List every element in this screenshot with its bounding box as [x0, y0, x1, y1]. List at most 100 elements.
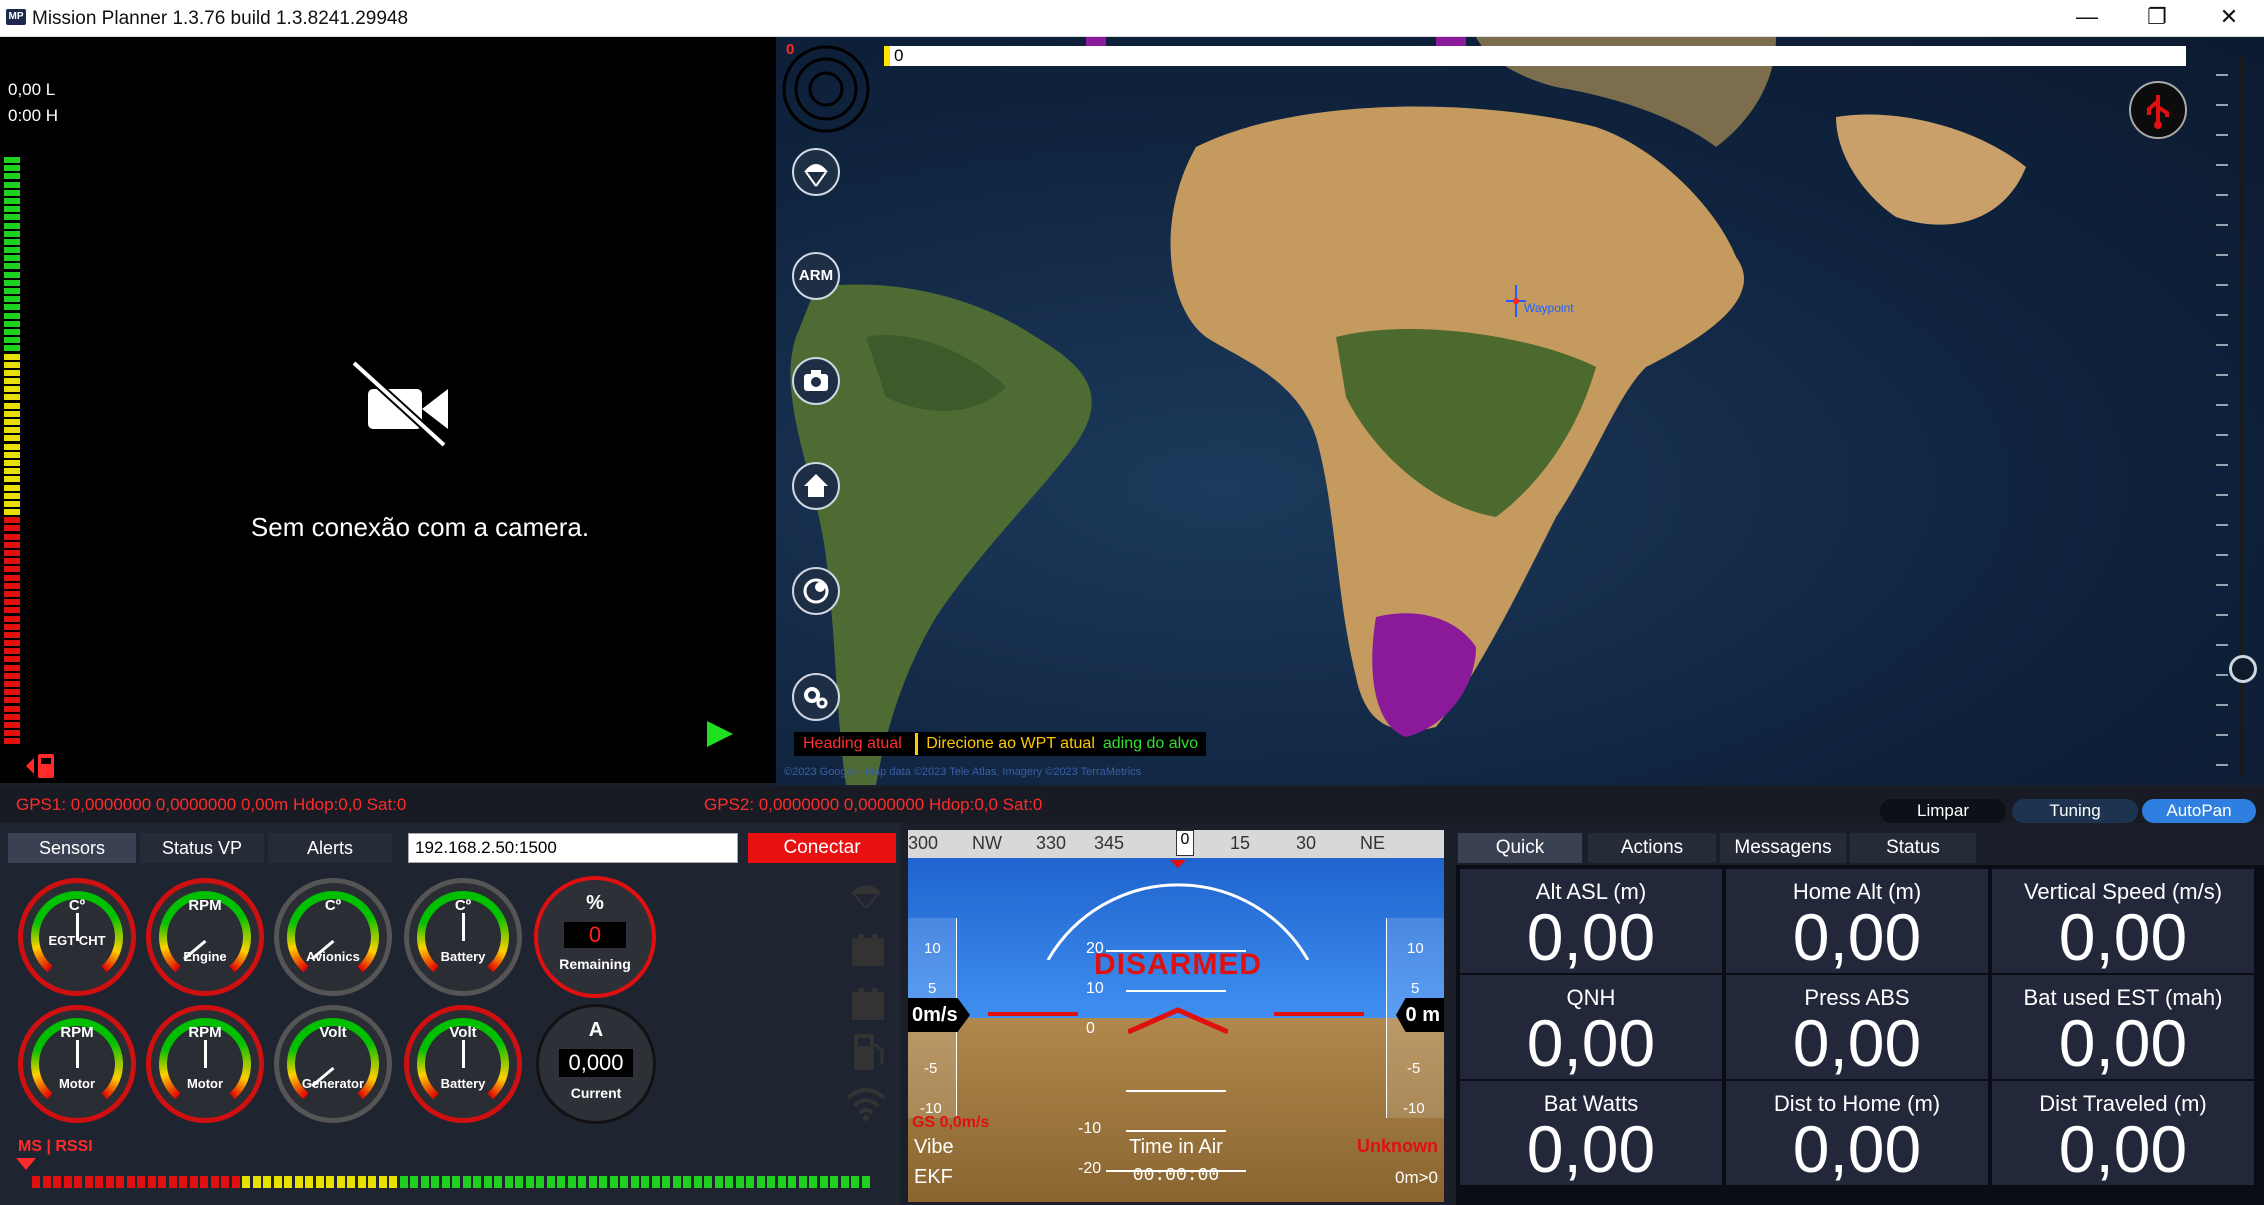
- map-progress-value: 0: [894, 46, 904, 65]
- level-segment: [4, 206, 20, 213]
- rssi-segment: [777, 1176, 786, 1188]
- arm-button[interactable]: ARM: [792, 252, 840, 300]
- wifi-icon: [846, 1088, 886, 1121]
- globe-button[interactable]: [792, 567, 840, 615]
- level-segment: [4, 681, 20, 687]
- level-segment: [4, 427, 20, 434]
- gauge-avionics: Cº Avionics: [274, 878, 392, 996]
- level-segment: [4, 271, 20, 278]
- rssi-segment: [105, 1176, 114, 1188]
- clear-button[interactable]: Limpar: [1880, 799, 2006, 823]
- parachute-icon: [850, 885, 882, 909]
- level-segment: [4, 214, 20, 221]
- home-icon: [804, 474, 828, 497]
- level-segment: [4, 197, 20, 204]
- zoom-handle[interactable]: [2229, 655, 2257, 683]
- rssi-segment: [683, 1176, 691, 1188]
- level-segment: [4, 738, 20, 745]
- close-button[interactable]: ✕: [2194, 0, 2264, 36]
- current-value: 0,000: [559, 1049, 633, 1077]
- title-bar: MP Mission Planner 1.3.76 build 1.3.8241…: [0, 0, 2264, 37]
- rssi-segment: [714, 1176, 723, 1188]
- gps2-status: GPS2: 0,0000000 0,0000000 Hdop:0,0 Sat:0: [704, 795, 1043, 814]
- rssi-segment: [95, 1176, 103, 1188]
- level-segment: [4, 394, 20, 401]
- level-segment: [4, 476, 20, 483]
- connect-button[interactable]: Conectar: [748, 833, 896, 863]
- level-segment: [4, 705, 20, 712]
- rssi-segment: [399, 1176, 408, 1188]
- map-view[interactable]: 0 Waypoint: [776, 37, 2264, 785]
- quick-cell[interactable]: Bat used EST (mah) 0,00: [1992, 975, 2254, 1080]
- level-segment: [4, 238, 20, 245]
- quick-cell[interactable]: Dist Traveled (m) 0,00: [1992, 1081, 2254, 1186]
- tab-sensors[interactable]: Sensors: [8, 833, 136, 863]
- quick-cell[interactable]: Bat Watts 0,00: [1460, 1081, 1722, 1186]
- quick-value: 0,00: [2058, 1112, 2188, 1186]
- rssi-segment: [263, 1176, 271, 1188]
- remaining-value: 0: [564, 922, 626, 948]
- rssi-segment: [672, 1176, 681, 1188]
- rssi-segment: [84, 1176, 93, 1188]
- camera-button[interactable]: [792, 357, 840, 405]
- tab-actions[interactable]: Actions: [1588, 833, 1716, 863]
- rssi-segment: [42, 1176, 51, 1188]
- quick-cell[interactable]: Vertical Speed (m/s) 0,00: [1992, 869, 2254, 974]
- restore-button[interactable]: ❐: [2122, 0, 2192, 36]
- quick-value: 0,00: [1526, 1112, 1656, 1186]
- gauge-remaining: % 0 Remaining: [534, 876, 656, 998]
- tab-alerts[interactable]: Alerts: [268, 833, 392, 863]
- tab-status[interactable]: Status: [1850, 833, 1976, 863]
- level-segment: [4, 173, 20, 180]
- tab-messages[interactable]: Messagens: [1720, 833, 1846, 863]
- autopan-button[interactable]: AutoPan: [2142, 799, 2256, 823]
- vibe-label[interactable]: Vibe: [914, 1136, 954, 1159]
- rssi-segment: [599, 1176, 607, 1188]
- horizon-right: [1274, 1012, 1364, 1016]
- rssi-segment: [53, 1176, 61, 1188]
- rssi-bar: [32, 1176, 874, 1188]
- rssi-segment: [210, 1176, 219, 1188]
- rssi-segment: [368, 1176, 376, 1188]
- quick-value: 0,00: [1526, 900, 1656, 974]
- rssi-segment: [525, 1176, 534, 1188]
- level-segment: [4, 566, 20, 573]
- level-segment: [4, 631, 20, 638]
- home-button[interactable]: [792, 462, 840, 510]
- rssi-segment: [809, 1176, 817, 1188]
- rssi-segment: [252, 1176, 261, 1188]
- quick-cell[interactable]: Press ABS 0,00: [1726, 975, 1988, 1080]
- rssi-segment: [515, 1176, 523, 1188]
- quick-cell[interactable]: QNH 0,00: [1460, 975, 1722, 1080]
- quick-cell[interactable]: Home Alt (m) 0,00: [1726, 869, 1988, 974]
- rssi-segment: [137, 1176, 145, 1188]
- level-segment: [4, 533, 20, 540]
- rssi-segment: [483, 1176, 492, 1188]
- tuning-button[interactable]: Tuning: [2012, 799, 2138, 823]
- rssi-segment: [294, 1176, 303, 1188]
- level-segment: [4, 615, 20, 622]
- level-segment: [4, 713, 20, 720]
- tab-status-vp[interactable]: Status VP: [140, 833, 264, 863]
- quick-cell[interactable]: Alt ASL (m) 0,00: [1460, 869, 1722, 974]
- rssi-segment: [578, 1176, 586, 1188]
- address-input[interactable]: [408, 833, 738, 863]
- level-segment: [4, 451, 20, 458]
- ekf-label[interactable]: EKF: [914, 1166, 953, 1189]
- level-segment: [4, 312, 20, 319]
- gauge-motor-rpm-1: RPM Motor: [18, 1005, 136, 1123]
- level-segment: [4, 558, 20, 565]
- parachute-icon: [804, 164, 828, 187]
- settings-button[interactable]: [792, 673, 840, 721]
- gauge-generator-volt: Volt Generator: [274, 1005, 392, 1123]
- rssi-segment: [378, 1176, 387, 1188]
- quick-cell[interactable]: Dist to Home (m) 0,00: [1726, 1081, 1988, 1186]
- play-icon[interactable]: [705, 719, 735, 749]
- level-segment: [4, 574, 20, 581]
- minimize-button[interactable]: —: [2052, 0, 2122, 36]
- usb-icon[interactable]: [2129, 81, 2187, 139]
- level-segment: [4, 590, 20, 597]
- rssi-segment: [567, 1176, 576, 1188]
- parachute-button[interactable]: [792, 148, 840, 196]
- tab-quick[interactable]: Quick: [1458, 833, 1582, 863]
